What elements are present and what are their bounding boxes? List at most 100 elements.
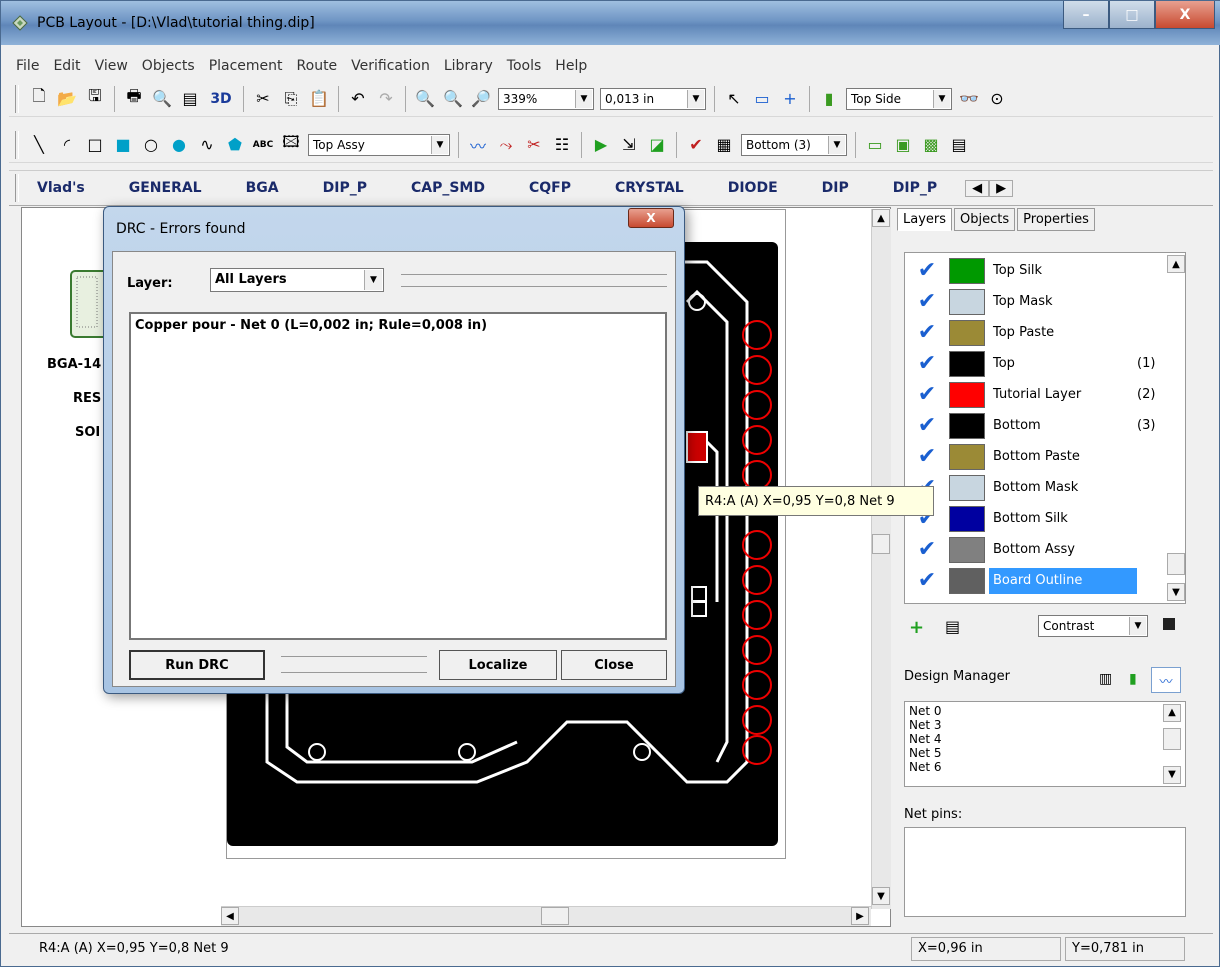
minimize-button[interactable]: – — [1063, 1, 1109, 29]
menu-edit[interactable]: Edit — [46, 56, 87, 78]
filled-rectangle-icon[interactable]: ■ — [111, 133, 135, 157]
layer-row[interactable]: ✔ Top (1) — [905, 348, 1161, 379]
chip-icon[interactable]: ▣ — [891, 133, 915, 157]
layer-row[interactable]: ✔Bottom Mask — [905, 472, 1161, 503]
checkmark-icon[interactable]: ✔ — [905, 289, 949, 314]
tab-objects[interactable]: Objects — [954, 208, 1016, 231]
lib-tab-dip-p[interactable]: DIP_P — [301, 180, 389, 196]
lib-tab-cqfp[interactable]: CQFP — [507, 180, 593, 196]
menu-verification[interactable]: Verification — [344, 56, 437, 78]
new-file-icon[interactable]: 🗋 — [27, 86, 51, 111]
tab-properties[interactable]: Properties — [1017, 208, 1095, 231]
net-pins-list[interactable] — [904, 827, 1186, 917]
net-view-icon[interactable]: 〰 — [1151, 667, 1181, 693]
tab-layers[interactable]: Layers — [897, 208, 953, 231]
menu-view[interactable]: View — [88, 56, 135, 78]
contrast-combo[interactable]: Contrast ▼ — [1038, 615, 1148, 637]
list-item[interactable]: Net 3 — [909, 718, 1181, 732]
run-drc-button[interactable]: Run DRC — [129, 650, 265, 680]
print-icon[interactable]: 🖶 — [122, 86, 146, 111]
layer-color-swatch[interactable] — [949, 381, 985, 408]
component-view-icon[interactable]: ▥ — [1099, 671, 1112, 687]
checkmark-icon[interactable]: ✔ — [905, 351, 949, 376]
checkmark-icon[interactable]: ✔ — [905, 382, 949, 407]
layer-row[interactable]: ✔ Bottom Paste — [905, 441, 1161, 472]
layer-color-swatch[interactable] — [949, 567, 985, 594]
error-item[interactable]: Copper pour - Net 0 (L=0,002 in; Rule=0,… — [135, 318, 661, 333]
drc-report-icon[interactable]: ▦ — [712, 133, 736, 157]
side-combo[interactable]: Top Side ▼ — [846, 87, 952, 110]
layer-color-icon[interactable] — [1163, 618, 1175, 630]
image-tool-icon[interactable]: 🖾 — [279, 132, 303, 157]
zoom-in-icon[interactable]: 🔍 — [413, 87, 437, 111]
lib-tab-general[interactable]: GENERAL — [107, 180, 224, 196]
layer-select-combo[interactable]: Bottom (3) ▼ — [741, 133, 847, 156]
layer-color-swatch[interactable] — [949, 443, 985, 470]
horizontal-scrollbar[interactable]: ◀ ▶ — [221, 906, 871, 926]
filled-ellipse-icon[interactable]: ● — [167, 133, 191, 157]
vertical-scrollbar[interactable]: ▲ ▼ — [871, 209, 891, 909]
localize-button[interactable]: Localize — [439, 650, 557, 680]
polygon-tool-icon[interactable]: ⬟ — [223, 133, 247, 157]
pointer-icon[interactable]: ↖ — [722, 87, 746, 111]
scroll-thumb[interactable] — [541, 907, 569, 925]
chip-view-icon[interactable]: ▮ — [1129, 671, 1137, 687]
add-layer-icon[interactable]: + — [909, 617, 924, 638]
board-view-icon[interactable]: ◪ — [645, 133, 669, 157]
scroll-left-icon[interactable]: ◀ — [221, 907, 239, 925]
maximize-button[interactable]: □ — [1109, 1, 1155, 29]
zoom-out-icon[interactable]: 🔍 — [441, 87, 465, 111]
list-item[interactable]: Net 6 — [909, 760, 1181, 774]
drc-check-icon[interactable]: ✔ — [684, 133, 708, 157]
close-button[interactable]: X — [1155, 1, 1215, 29]
layer-color-swatch[interactable] — [949, 474, 985, 501]
layer-row[interactable]: ✔ Bottom (3) — [905, 410, 1161, 441]
ellipse-tool-icon[interactable]: ○ — [139, 133, 163, 157]
layer-color-swatch[interactable] — [949, 412, 985, 439]
layer-combo[interactable]: Top Assy ▼ — [308, 133, 450, 156]
menu-placement[interactable]: Placement — [202, 56, 290, 78]
scroll-up-icon[interactable]: ▲ — [872, 209, 890, 227]
bus-icon[interactable]: ▭ — [863, 133, 887, 157]
layer-row[interactable]: ✔ Top Mask — [905, 286, 1161, 317]
checkmark-icon[interactable]: ✔ — [905, 568, 949, 593]
layer-row[interactable]: ✔ Top Silk — [905, 255, 1161, 286]
lib-tab-vlads[interactable]: Vlad's — [25, 180, 107, 196]
zoom-fit-icon[interactable]: 🔎 — [469, 87, 493, 111]
scroll-up-icon[interactable]: ▲ — [1163, 704, 1181, 722]
cut-icon[interactable]: ✂ — [251, 87, 275, 111]
layer-filter-combo[interactable]: All Layers ▼ — [210, 268, 384, 292]
layer-row[interactable]: ✔ Board Outline — [905, 565, 1161, 596]
list-item[interactable]: RES — [73, 391, 101, 406]
circle-target-icon[interactable]: ⊙ — [985, 87, 1009, 111]
checkmark-icon[interactable]: ✔ — [905, 537, 949, 562]
menu-tools[interactable]: Tools — [500, 56, 549, 78]
dialog-close-button[interactable]: Close — [561, 650, 667, 680]
line-tool-icon[interactable]: ╲ — [27, 133, 51, 157]
lib-tab-cap-smd[interactable]: CAP_SMD — [389, 180, 507, 196]
menu-help[interactable]: Help — [548, 56, 594, 78]
view-3d-button[interactable]: 3D — [206, 87, 236, 111]
list-item[interactable]: BGA-14 — [47, 357, 101, 372]
layer-settings-icon[interactable]: ▤ — [945, 617, 960, 636]
route-trace-icon[interactable]: 〰 — [466, 133, 490, 157]
grid-combo[interactable]: 0,013 in ▼ — [600, 87, 706, 110]
run-autoroute-icon[interactable]: ▶ — [589, 133, 613, 157]
scroll-thumb[interactable] — [1163, 728, 1181, 750]
component-icon[interactable]: ▮ — [817, 87, 841, 111]
menu-library[interactable]: Library — [437, 56, 500, 78]
arc-tool-icon[interactable]: ◜ — [55, 133, 79, 157]
find-binoculars-icon[interactable]: 👓 — [957, 87, 981, 111]
layer-color-swatch[interactable] — [949, 257, 985, 284]
report-icon[interactable]: ▤ — [178, 87, 202, 111]
checkmark-icon[interactable]: ✔ — [905, 320, 949, 345]
menu-file[interactable]: File — [9, 56, 46, 78]
edit-trace-icon[interactable]: ⤳ — [494, 133, 518, 157]
text-tool-icon[interactable]: ABC — [251, 133, 275, 157]
save-icon[interactable]: 🖫 — [83, 86, 107, 111]
lib-tab-dip[interactable]: DIP — [800, 180, 871, 196]
scroll-thumb[interactable] — [872, 534, 890, 554]
export-icon[interactable]: ⇲ — [617, 133, 641, 157]
paste-icon[interactable]: 📋 — [307, 87, 331, 111]
layer-color-swatch[interactable] — [949, 505, 985, 532]
